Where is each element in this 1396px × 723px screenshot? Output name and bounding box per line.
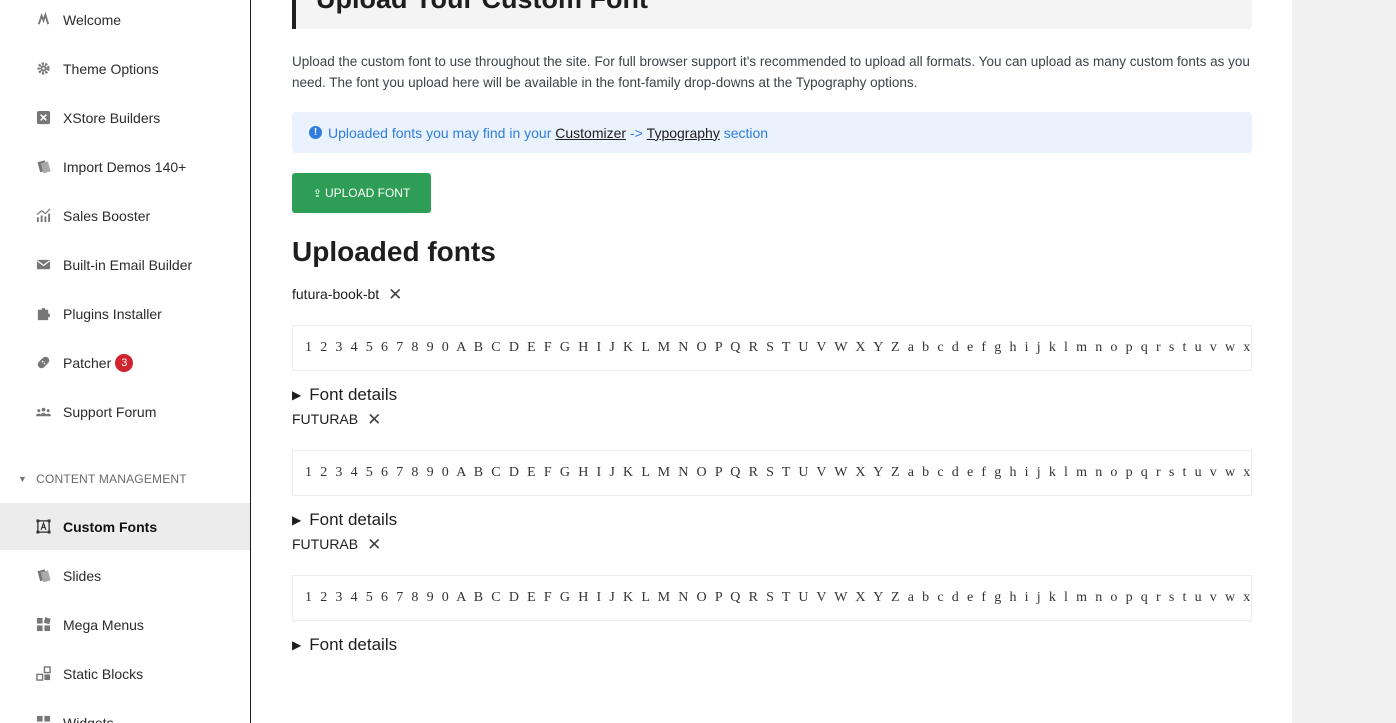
disclosure-triangle-icon: ▶ bbox=[292, 513, 302, 527]
font-name: FUTURAB bbox=[292, 411, 359, 427]
sidebar-item-welcome[interactable]: Welcome bbox=[0, 0, 250, 43]
sidebar-item-theme-options[interactable]: Theme Options bbox=[0, 45, 250, 92]
font-preview: 1 2 3 4 5 6 7 8 9 0 A B C D E F G H I J … bbox=[292, 575, 1252, 621]
sidebar-item-label: Plugins Installer bbox=[63, 305, 162, 322]
sidebar-item-label: Widgets bbox=[63, 714, 114, 723]
sidebar-item-support-forum[interactable]: Support Forum bbox=[0, 388, 250, 435]
upload-font-button[interactable]: ⇪ UPLOAD FONT bbox=[292, 173, 431, 213]
sidebar-item-label: Mega Menus bbox=[63, 616, 144, 633]
sidebar-item-plugins-installer[interactable]: Plugins Installer bbox=[0, 290, 250, 337]
sidebar-item-custom-fonts[interactable]: Custom Fonts bbox=[0, 503, 250, 550]
people-icon bbox=[36, 404, 51, 419]
sidebar-item-static-blocks[interactable]: Static Blocks bbox=[0, 650, 250, 697]
puzzle-icon bbox=[36, 306, 51, 321]
sidebar-item-label: Import Demos 140+ bbox=[63, 158, 187, 175]
intro-text: Upload the custom font to use throughout… bbox=[292, 54, 1250, 90]
import-icon bbox=[36, 159, 51, 174]
typography-link[interactable]: Typography bbox=[647, 125, 720, 141]
content-management-heading[interactable]: ▼ CONTENT MANAGEMENT bbox=[18, 472, 187, 486]
font-name: futura-book-bt bbox=[292, 286, 380, 302]
sidebar-item-import-demos[interactable]: Import Demos 140+ bbox=[0, 143, 250, 190]
info-icon: ! bbox=[309, 126, 322, 139]
remove-font-icon[interactable]: ✕ bbox=[388, 286, 402, 303]
font-icon bbox=[36, 519, 51, 534]
sidebar-item-label: Support Forum bbox=[63, 403, 157, 420]
remove-font-icon[interactable]: ✕ bbox=[367, 536, 381, 553]
grid-icon bbox=[36, 617, 51, 632]
sidebar-item-xstore-builders[interactable]: XStore Builders bbox=[0, 94, 250, 141]
font-details-toggle[interactable]: ▶ Font details bbox=[292, 635, 1252, 655]
xstore-icon bbox=[36, 110, 51, 125]
font-preview: 1 2 3 4 5 6 7 8 9 0 A B C D E F G H I J … bbox=[292, 450, 1252, 496]
font-entry: futura-book-bt ✕ 1 2 3 4 5 6 7 8 9 0 A B… bbox=[292, 284, 1252, 405]
font-name: FUTURAB bbox=[292, 536, 359, 552]
gear-icon bbox=[36, 61, 51, 76]
customizer-link[interactable]: Customizer bbox=[555, 125, 626, 141]
slides-icon bbox=[36, 568, 51, 583]
disclosure-triangle-icon: ▶ bbox=[292, 388, 302, 402]
sidebar-item-email-builder[interactable]: Built-in Email Builder bbox=[0, 241, 250, 288]
sidebar-item-sales-booster[interactable]: Sales Booster bbox=[0, 192, 250, 239]
update-count-badge: 3 bbox=[115, 353, 134, 372]
font-entry: FUTURAB ✕ 1 2 3 4 5 6 7 8 9 0 A B C D E … bbox=[292, 534, 1252, 655]
welcome-icon bbox=[36, 12, 51, 27]
sidebar-item-label: Patcher bbox=[63, 354, 112, 371]
sidebar-item-slides[interactable]: Slides bbox=[0, 552, 250, 599]
sidebar-item-label: XStore Builders bbox=[63, 109, 161, 126]
sidebar-item-label: Theme Options bbox=[63, 60, 159, 77]
admin-sidebar: Welcome Theme Options XStore Builders Im… bbox=[0, 0, 251, 723]
main-content: Upload Your Custom Font Upload the custo… bbox=[252, 0, 1292, 723]
caret-down-icon: ▼ bbox=[18, 474, 28, 484]
info-notice: ! Uploaded fonts you may find in your Cu… bbox=[292, 112, 1252, 153]
sidebar-item-label: Slides bbox=[63, 567, 102, 584]
font-entry: FUTURAB ✕ 1 2 3 4 5 6 7 8 9 0 A B C D E … bbox=[292, 409, 1252, 530]
disclosure-triangle-icon: ▶ bbox=[292, 638, 302, 652]
sidebar-item-mega-menus[interactable]: Mega Menus bbox=[0, 601, 250, 648]
sidebar-item-label: Custom Fonts bbox=[63, 518, 158, 535]
font-details-toggle[interactable]: ▶ Font details bbox=[292, 510, 1252, 530]
sidebar-item-patcher[interactable]: Patcher 3 bbox=[0, 339, 250, 386]
widgets-icon bbox=[36, 715, 51, 723]
page-title: Upload Your Custom Font bbox=[316, 0, 648, 15]
page-title-box: Upload Your Custom Font bbox=[292, 0, 1252, 29]
upload-icon: ⇪ bbox=[312, 187, 322, 200]
right-gutter bbox=[1292, 0, 1396, 723]
sidebar-item-label: Sales Booster bbox=[63, 207, 151, 224]
sidebar-item-label: Welcome bbox=[63, 11, 122, 28]
sidebar-item-label: Static Blocks bbox=[63, 665, 144, 682]
chart-icon bbox=[36, 208, 51, 223]
uploaded-fonts-heading: Uploaded fonts bbox=[292, 236, 496, 267]
sidebar-item-label: Built-in Email Builder bbox=[63, 256, 193, 273]
blocks-icon bbox=[36, 666, 51, 681]
email-icon bbox=[36, 257, 51, 272]
font-details-toggle[interactable]: ▶ Font details bbox=[292, 385, 1252, 405]
font-preview: 1 2 3 4 5 6 7 8 9 0 A B C D E F G H I J … bbox=[292, 325, 1252, 371]
sidebar-item-widgets[interactable]: Widgets bbox=[0, 699, 250, 723]
patch-icon bbox=[36, 355, 51, 370]
remove-font-icon[interactable]: ✕ bbox=[367, 411, 381, 428]
